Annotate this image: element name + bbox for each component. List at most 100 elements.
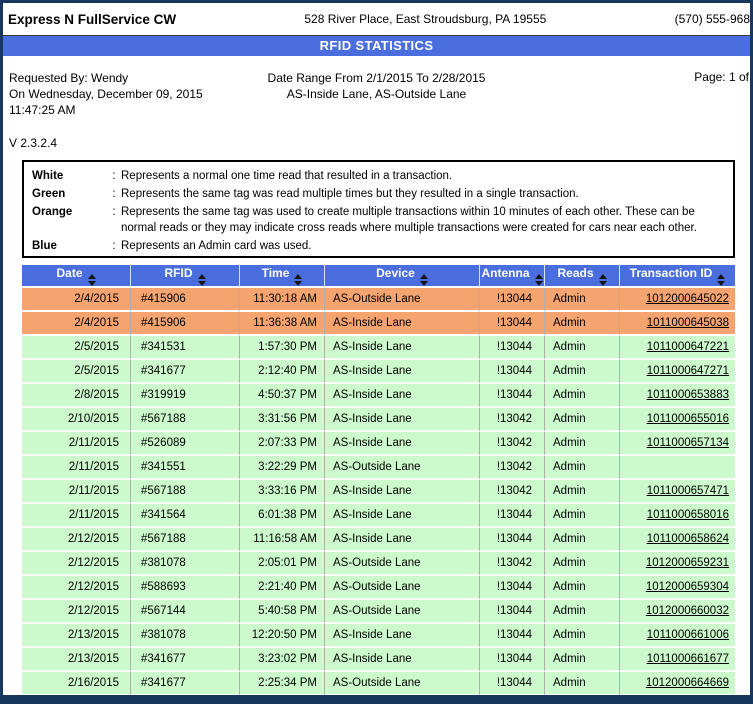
table-row: 2/11/2015#3415646:01:38 PMAS-Inside Lane…: [22, 504, 735, 528]
cell-date: 2/16/2015: [22, 672, 131, 696]
column-label: Reads: [557, 266, 593, 280]
cell-transaction_id: 1012000664669: [620, 672, 735, 696]
cell-antenna: !13044: [480, 288, 545, 312]
table-row: 2/4/2015#41590611:36:38 AMAS-Inside Lane…: [22, 312, 735, 336]
transaction-link[interactable]: 1011000647271: [647, 365, 729, 377]
cell-date: 2/12/2015: [22, 528, 131, 552]
sort-updown-icon[interactable]: [535, 274, 543, 286]
column-header-rfid[interactable]: RFID: [131, 265, 240, 288]
color-legend: White:Represents a normal one time read …: [22, 160, 735, 258]
transaction-link[interactable]: 1011000655016: [647, 413, 729, 425]
column-label: Antenna: [482, 266, 530, 280]
sort-updown-icon[interactable]: [198, 274, 206, 286]
column-label: Time: [262, 266, 290, 280]
cell-antenna: !13042: [480, 408, 545, 432]
cell-time: 2:25:34 PM: [240, 672, 325, 696]
sort-updown-icon[interactable]: [420, 274, 428, 286]
table-row: 2/12/2015#5671445:40:58 PMAS-Outside Lan…: [22, 600, 735, 624]
cell-time: 5:40:58 PM: [240, 600, 325, 624]
column-label: RFID: [165, 266, 193, 280]
column-header-antenna[interactable]: Antenna: [480, 265, 545, 288]
cell-transaction_id: 1011000655016: [620, 408, 735, 432]
cell-device: AS-Inside Lane: [325, 432, 480, 456]
cell-device: AS-Outside Lane: [325, 576, 480, 600]
column-header-time[interactable]: Time: [240, 265, 325, 288]
cell-antenna: !13044: [480, 648, 545, 672]
cell-time: 2:05:01 PM: [240, 552, 325, 576]
legend-item: Blue:Represents an Admin card was used.: [32, 238, 727, 254]
cell-rfid: #567188: [131, 480, 240, 504]
cell-time: 12:20:50 PM: [240, 624, 325, 648]
transaction-link[interactable]: 1011000647221: [647, 341, 729, 353]
legend-text: Represents the same tag was read multipl…: [121, 186, 727, 202]
legend-item: White:Represents a normal one time read …: [32, 168, 727, 184]
sort-updown-icon[interactable]: [294, 274, 302, 286]
cell-date: 2/10/2015: [22, 408, 131, 432]
cell-time: 3:22:29 PM: [240, 456, 325, 480]
cell-time: 1:57:30 PM: [240, 336, 325, 360]
sort-updown-icon[interactable]: [88, 274, 96, 286]
legend-label: Green: [32, 186, 107, 202]
column-header-date[interactable]: Date: [22, 265, 131, 288]
table-row: 2/11/2015#5671883:33:16 PMAS-Inside Lane…: [22, 480, 735, 504]
cell-reads: Admin: [545, 552, 620, 576]
table-row: 2/8/2015#3199194:50:37 PMAS-Inside Lane!…: [22, 384, 735, 408]
cell-device: AS-Inside Lane: [325, 648, 480, 672]
lane-filter: AS-Inside Lane, AS-Outside Lane: [3, 86, 750, 102]
transaction-link[interactable]: 1012000645022: [646, 293, 729, 305]
cell-reads: Admin: [545, 504, 620, 528]
transaction-link[interactable]: 1012000664669: [646, 677, 729, 689]
cell-device: AS-Inside Lane: [325, 384, 480, 408]
cell-rfid: #341564: [131, 504, 240, 528]
cell-antenna: !13042: [480, 552, 545, 576]
transaction-link[interactable]: 1011000657471: [647, 485, 729, 497]
table-row: 2/11/2015#5260892:07:33 PMAS-Inside Lane…: [22, 432, 735, 456]
legend-text: Represents an Admin card was used.: [121, 238, 727, 254]
cell-date: 2/12/2015: [22, 600, 131, 624]
cell-reads: Admin: [545, 312, 620, 336]
transaction-link[interactable]: 1011000657134: [647, 437, 729, 449]
cell-rfid: #567188: [131, 528, 240, 552]
report-window: Express N FullService CW 528 River Place…: [0, 0, 753, 704]
cell-rfid: #341531: [131, 336, 240, 360]
cell-transaction_id: 1011000661006: [620, 624, 735, 648]
table-row: 2/10/2015#5671883:31:56 PMAS-Inside Lane…: [22, 408, 735, 432]
transaction-link[interactable]: 1012000659304: [646, 581, 729, 593]
transaction-link[interactable]: 1011000645038: [647, 317, 729, 329]
cell-date: 2/13/2015: [22, 648, 131, 672]
cell-rfid: #381078: [131, 552, 240, 576]
report-title: RFID STATISTICS: [3, 35, 750, 56]
column-header-reads[interactable]: Reads: [545, 265, 620, 288]
legend-colon: :: [107, 204, 121, 236]
sort-updown-icon[interactable]: [717, 274, 725, 286]
table-row: 2/16/2015#3416772:25:34 PMAS-Outside Lan…: [22, 672, 735, 696]
cell-transaction_id: 1012000659304: [620, 576, 735, 600]
cell-antenna: !13044: [480, 504, 545, 528]
legend-label: Blue: [32, 238, 107, 254]
company-address: 528 River Place, East Stroudsburg, PA 19…: [176, 12, 675, 26]
cell-reads: Admin: [545, 528, 620, 552]
cell-device: AS-Outside Lane: [325, 552, 480, 576]
column-header-device[interactable]: Device: [325, 265, 480, 288]
transaction-link[interactable]: 1012000659231: [646, 557, 729, 569]
cell-date: 2/11/2015: [22, 432, 131, 456]
cell-transaction_id: 1011000647221: [620, 336, 735, 360]
transaction-link[interactable]: 1011000661677: [647, 653, 729, 665]
transaction-link[interactable]: 1011000661006: [647, 629, 729, 641]
transaction-link[interactable]: 1011000658016: [647, 509, 729, 521]
cell-rfid: #567188: [131, 408, 240, 432]
cell-rfid: #415906: [131, 312, 240, 336]
page-number: Page: 1 of: [694, 70, 749, 84]
transaction-link[interactable]: 1012000660032: [646, 605, 729, 617]
transaction-link[interactable]: 1011000658624: [647, 533, 729, 545]
sort-updown-icon[interactable]: [599, 274, 607, 286]
transaction-link[interactable]: 1011000653883: [647, 389, 729, 401]
table-row: 2/4/2015#41590611:30:18 AMAS-Outside Lan…: [22, 288, 735, 312]
table-row: 2/13/2015#3416773:23:02 PMAS-Inside Lane…: [22, 648, 735, 672]
cell-device: AS-Inside Lane: [325, 360, 480, 384]
cell-time: 6:01:38 PM: [240, 504, 325, 528]
column-header-transaction_id[interactable]: Transaction ID: [620, 265, 735, 288]
cell-antenna: !13044: [480, 384, 545, 408]
cell-rfid: #381078: [131, 624, 240, 648]
legend-label: White: [32, 168, 107, 184]
